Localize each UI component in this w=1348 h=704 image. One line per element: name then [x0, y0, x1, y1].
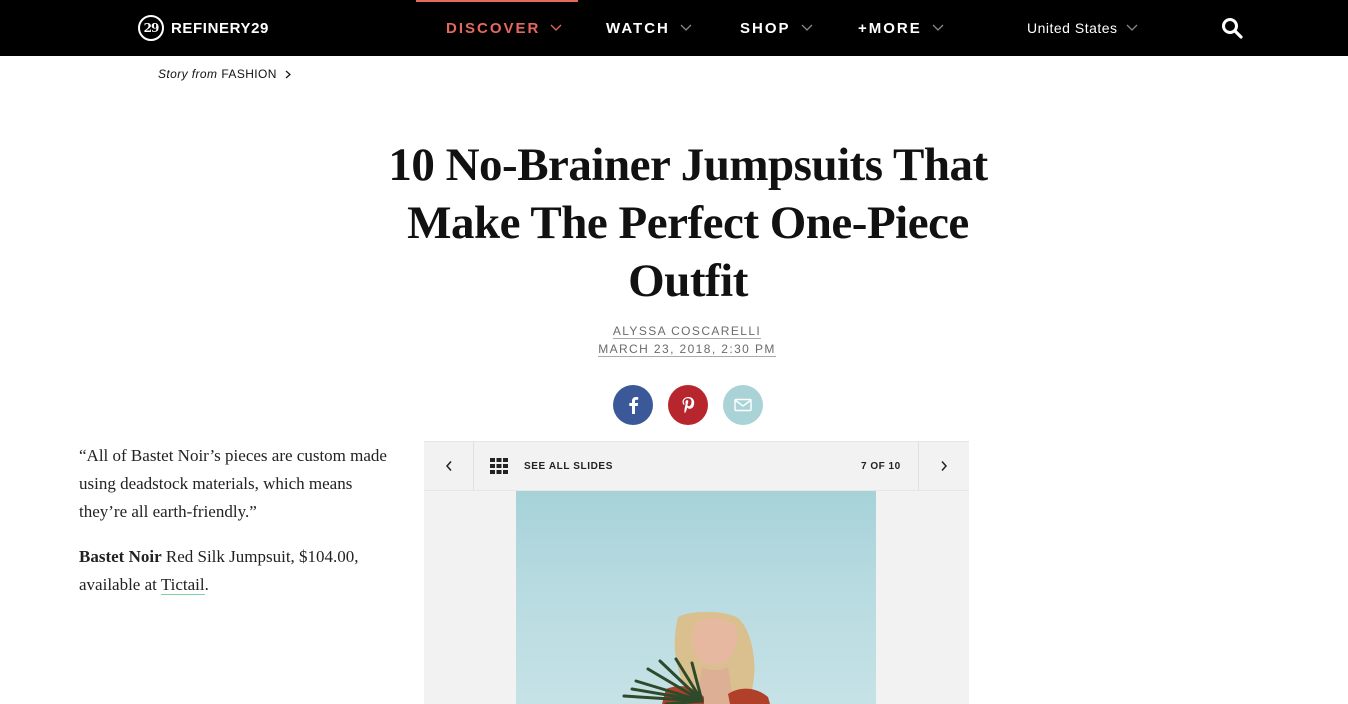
- next-slide-button[interactable]: [918, 442, 969, 490]
- nav-shop-label: SHOP: [740, 19, 791, 37]
- logo[interactable]: 29 REFINERY29: [138, 14, 269, 42]
- article-title: 10 No-Brainer Jumpsuits That Make The Pe…: [388, 139, 988, 307]
- country-label: United States: [1027, 20, 1118, 36]
- breadcrumb-prefix: Story from: [158, 67, 218, 81]
- email-share-button[interactable]: [723, 385, 763, 425]
- pinterest-share-button[interactable]: [668, 385, 708, 425]
- chevron-down-icon: [932, 24, 944, 31]
- slide-product-caption: Bastet Noir Red Silk Jumpsuit, $104.00, …: [79, 543, 389, 599]
- chevron-down-icon: [801, 24, 812, 31]
- email-icon: [734, 398, 752, 412]
- slide-photo[interactable]: [516, 491, 876, 704]
- facebook-share-button[interactable]: [613, 385, 653, 425]
- nav-discover-label: DISCOVER: [446, 19, 541, 37]
- nav-watch-label: WATCH: [606, 19, 670, 37]
- nav-more[interactable]: +MORE: [858, 0, 944, 56]
- facebook-icon: [629, 397, 639, 414]
- nav-discover[interactable]: DISCOVER: [415, 0, 579, 56]
- chevron-right-icon: [941, 461, 948, 471]
- product-brand: Bastet Noir: [79, 547, 162, 566]
- slide-quote: “All of Bastet Noir’s pieces are custom …: [79, 446, 387, 521]
- nav-shop[interactable]: SHOP: [740, 0, 813, 56]
- country-selector[interactable]: United States: [1027, 0, 1138, 56]
- slide-counter: 7 OF 10: [861, 460, 901, 472]
- previous-slide-button[interactable]: [424, 442, 474, 490]
- author-link[interactable]: ALYSSA COSCARELLI: [612, 324, 762, 339]
- grid-icon[interactable]: [490, 458, 508, 474]
- chevron-left-icon: [445, 461, 452, 471]
- logo-mark: 29: [138, 15, 164, 41]
- publish-date: MARCH 23, 2018, 2:30 PM: [598, 342, 776, 357]
- logo-text: REFINERY29: [171, 19, 269, 37]
- chevron-right-icon: [285, 70, 291, 78]
- top-nav: 29 REFINERY29 DISCOVER WATCH SHOP +MORE …: [0, 0, 1348, 56]
- nav-more-label: +MORE: [858, 19, 922, 37]
- retailer-link[interactable]: Tictail: [160, 575, 205, 595]
- slide-stage: [424, 491, 969, 704]
- breadcrumb[interactable]: Story from FASHION: [158, 67, 292, 81]
- slideshow-toolbar: SEE ALL SLIDES 7 OF 10: [424, 441, 969, 491]
- pinterest-icon: [682, 397, 695, 413]
- model-illustration: [622, 611, 770, 704]
- see-all-slides-button[interactable]: SEE ALL SLIDES: [524, 442, 613, 490]
- search-icon[interactable]: [1220, 16, 1244, 40]
- byline: ALYSSA COSCARELLI MARCH 23, 2018, 2:30 P…: [474, 322, 900, 358]
- nav-watch[interactable]: WATCH: [606, 0, 692, 56]
- caption-end: .: [204, 575, 209, 594]
- chevron-down-icon: [1126, 24, 1138, 31]
- chevron-down-icon: [680, 24, 692, 31]
- breadcrumb-section[interactable]: FASHION: [221, 67, 276, 81]
- chevron-down-icon: [550, 24, 562, 31]
